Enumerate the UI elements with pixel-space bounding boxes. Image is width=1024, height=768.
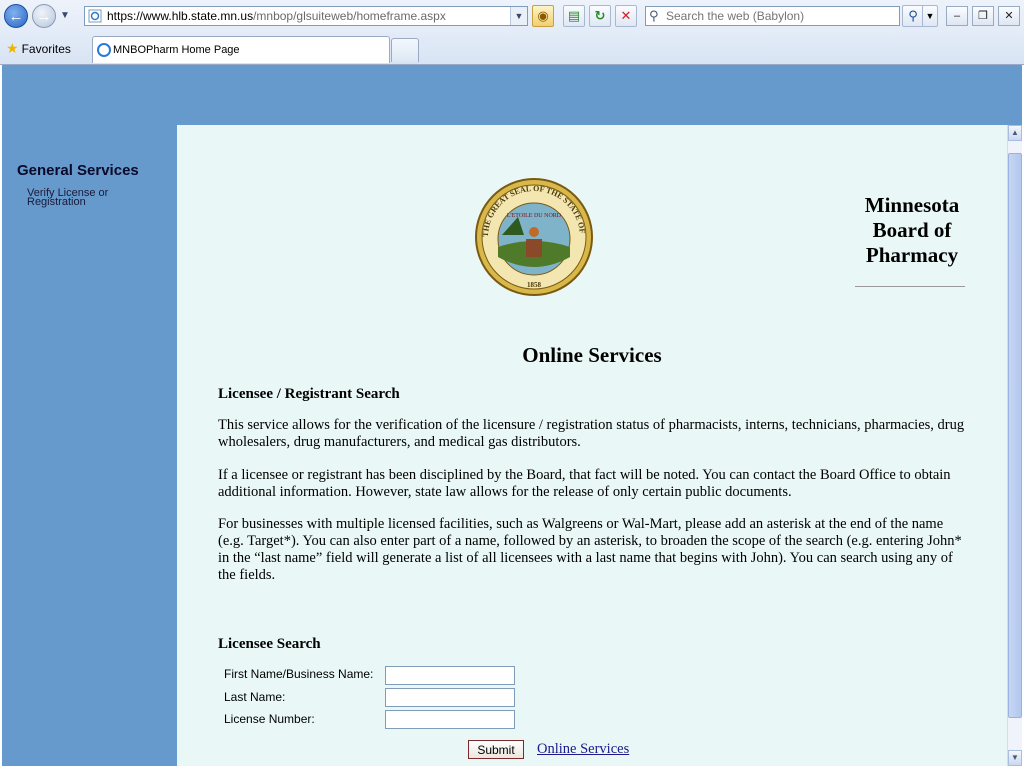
search-form-heading: Licensee Search: [218, 636, 321, 652]
back-button[interactable]: ←: [4, 4, 28, 28]
search-tips-paragraph: For businesses with multiple licensed fa…: [218, 516, 962, 583]
sidebar-link-line2: Registration: [27, 196, 86, 208]
close-window-button[interactable]: ✕: [998, 6, 1020, 26]
back-icon: ←: [8, 8, 24, 25]
search-icon[interactable]: ⚲: [902, 5, 924, 27]
scroll-up-icon[interactable]: ▲: [1008, 125, 1022, 141]
address-bar[interactable]: https://www.hlb.state.mn.us/mnbop/glsuit…: [84, 6, 528, 26]
compatibility-icon[interactable]: ▤: [563, 5, 585, 27]
sidebar-item-verify-license[interactable]: Verify License or Registration: [27, 188, 108, 208]
sidebar: [2, 125, 177, 766]
address-dropdown-icon[interactable]: ▼: [510, 7, 527, 25]
favorites-button[interactable]: ★ Favorites: [6, 39, 71, 57]
section-heading: Licensee / Registrant Search: [218, 386, 400, 402]
ie-icon: [97, 43, 111, 57]
page-viewport: General Services Verify License or Regist…: [2, 65, 1022, 766]
url-prefix: https://www.: [107, 9, 172, 23]
last-name-label: Last Name:: [224, 690, 286, 704]
state-seal-logo: THE GREAT SEAL OF THE STATE OF MINNESOTA…: [474, 177, 593, 296]
new-tab-button[interactable]: [391, 38, 419, 62]
search-box[interactable]: ⚲: [645, 6, 900, 26]
online-services-link[interactable]: Online Services: [537, 741, 629, 758]
first-name-label: First Name/Business Name:: [224, 667, 374, 681]
board-name-line2: Board of: [872, 218, 952, 242]
search-options-icon[interactable]: ▼: [922, 5, 938, 27]
intro-paragraph: This service allows for the verification…: [218, 417, 965, 450]
last-name-field[interactable]: [385, 688, 515, 707]
discipline-paragraph: If a licensee or registrant has been dis…: [218, 467, 951, 500]
search-field-icon: ⚲: [649, 8, 659, 23]
stop-icon[interactable]: ✕: [615, 5, 637, 27]
license-number-label: License Number:: [224, 712, 315, 726]
browser-chrome: ← → ▼ https://www.hlb.state.mn.us/mnbop/…: [0, 0, 1024, 65]
submit-button[interactable]: Submit: [468, 740, 524, 759]
search-input[interactable]: [666, 8, 896, 24]
sidebar-title: General Services: [17, 162, 139, 179]
board-name-line1: Minnesota: [864, 193, 960, 217]
scroll-down-icon[interactable]: ▼: [1008, 750, 1022, 766]
star-icon: ★: [6, 40, 19, 56]
tab-title: MNBOPharm Home Page: [113, 44, 240, 56]
history-dropdown-icon[interactable]: ▼: [60, 10, 70, 21]
scrollbar-thumb[interactable]: [1008, 153, 1022, 718]
url-text: https://www.hlb.state.mn.us/mnbop/glsuit…: [107, 7, 446, 25]
board-name: Minnesota Board of Pharmacy: [857, 193, 967, 268]
license-number-field[interactable]: [385, 710, 515, 729]
seal-motto: L'ETOILE DU NORD: [507, 213, 562, 219]
seal-year: 1858: [527, 281, 542, 289]
url-host: hlb.state.mn.us: [171, 9, 254, 23]
lock-icon[interactable]: ◉: [532, 5, 554, 27]
page-title: Online Services: [522, 343, 662, 367]
tabs-toolbar: ★ Favorites MNBOPharm Home Page: [0, 34, 1024, 64]
vertical-scrollbar[interactable]: ▲ ▼: [1007, 125, 1022, 766]
favorites-label: Favorites: [21, 42, 71, 56]
refresh-icon[interactable]: ↻: [589, 5, 611, 27]
url-path: /mnbop/glsuiteweb/homeframe.aspx: [253, 9, 446, 23]
page-icon: [88, 9, 102, 23]
minimize-button[interactable]: –: [946, 6, 968, 26]
tab-active[interactable]: MNBOPharm Home Page: [92, 36, 390, 63]
board-divider: [855, 286, 965, 287]
address-toolbar: ← → ▼ https://www.hlb.state.mn.us/mnbop/…: [0, 0, 1024, 34]
forward-button[interactable]: →: [32, 4, 56, 28]
restore-button[interactable]: ❐: [972, 6, 994, 26]
forward-icon: →: [36, 8, 52, 25]
first-name-field[interactable]: [385, 666, 515, 685]
board-name-line3: Pharmacy: [865, 243, 959, 267]
main-content: THE GREAT SEAL OF THE STATE OF MINNESOTA…: [177, 125, 1007, 766]
